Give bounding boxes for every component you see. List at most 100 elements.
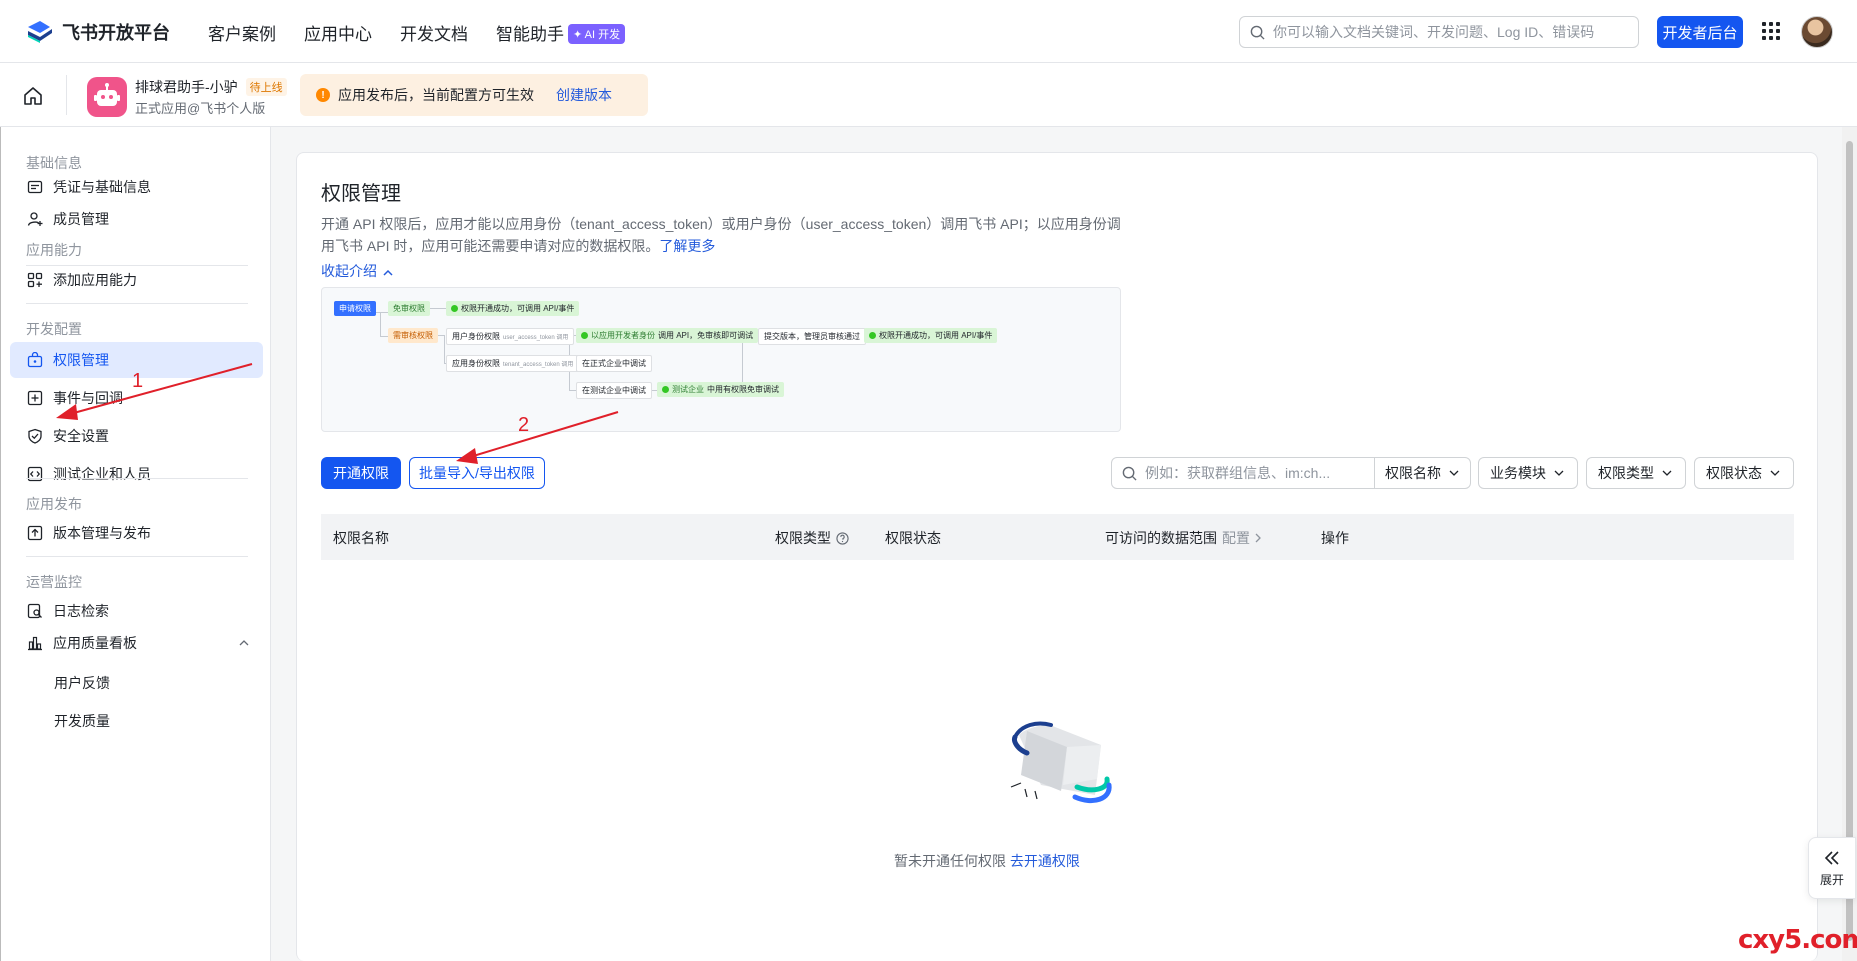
chevron-down-icon bbox=[1662, 470, 1672, 476]
chevron-down-icon bbox=[1554, 470, 1564, 476]
page-title: 权限管理 bbox=[321, 183, 401, 205]
sidebar-item-label: 安全设置 bbox=[53, 428, 109, 444]
nav-ai-assistant-label: 智能助手 bbox=[496, 25, 564, 44]
feishu-logo-icon bbox=[28, 21, 52, 43]
app-grid-icon[interactable] bbox=[1762, 22, 1780, 40]
warning-icon: ! bbox=[316, 88, 330, 102]
scope-config-link[interactable]: 配置 bbox=[1222, 528, 1250, 548]
sidebar-sub-dev-quality[interactable]: 开发质量 bbox=[54, 711, 110, 731]
flow-label: 权限开通成功，可调用 API/事件 bbox=[879, 331, 993, 340]
sidebar-item-label: 版本管理与发布 bbox=[53, 525, 151, 541]
divider bbox=[26, 303, 248, 304]
chevron-up-icon bbox=[383, 269, 393, 276]
column-header-status: 权限状态 bbox=[885, 530, 941, 546]
column-header-name: 权限名称 bbox=[333, 530, 389, 546]
description-text-1: 开通 API 权限后，应用才能以应用身份（tenant_access_token… bbox=[321, 216, 1121, 232]
app-name-text: 排球君助手-小驴 bbox=[135, 79, 238, 95]
search-scope-select[interactable]: 权限名称 bbox=[1374, 458, 1470, 488]
sidebar-item-permissions[interactable]: 权限管理 bbox=[10, 342, 263, 378]
filter-label: 权限状态 bbox=[1706, 465, 1762, 481]
column-header-type: 权限类型 bbox=[775, 528, 849, 548]
sidebar-item-test-tenants[interactable]: 测试企业和人员 bbox=[10, 456, 263, 492]
sidebar-item-label: 事件与回调 bbox=[53, 390, 123, 406]
notice-text: 应用发布后，当前配置方可生效 bbox=[338, 87, 534, 103]
sidebar-item-security[interactable]: 安全设置 bbox=[10, 418, 263, 454]
open-permission-button[interactable]: 开通权限 bbox=[321, 457, 401, 489]
flow-success-node-1: 权限开通成功，可调用 API/事件 bbox=[446, 301, 580, 316]
sidebar-sub-feedback[interactable]: 用户反馈 bbox=[54, 673, 110, 693]
top-nav-bar: 飞书开放平台 客户案例 应用中心 开发文档 智能助手 ✦ AI 开发 你可以输入文… bbox=[0, 0, 1857, 63]
add-member-icon bbox=[27, 212, 43, 226]
permission-flow-diagram: 申请权限 免审权限 权限开通成功，可调用 API/事件 需审核权限 用户身份权限… bbox=[321, 287, 1121, 432]
dev-console-button[interactable]: 开发者后台 bbox=[1657, 16, 1743, 48]
flow-success-text: 权限开通成功，可调用 API/事件 bbox=[461, 304, 575, 313]
flow-label: 以应用开发者身份 bbox=[591, 331, 655, 340]
flow-test-success-node: 测试企业 中用有权限免审调试 bbox=[657, 382, 784, 397]
divider bbox=[66, 75, 67, 115]
search-icon bbox=[1250, 25, 1265, 40]
ai-dev-badge: ✦ AI 开发 bbox=[568, 24, 626, 44]
sidebar-item-events[interactable]: 事件与回调 bbox=[10, 380, 263, 416]
main-nav: 客户案例 应用中心 开发文档 智能助手 ✦ AI 开发 bbox=[208, 20, 626, 45]
scrollbar-thumb[interactable] bbox=[1846, 141, 1853, 941]
flow-label: 中用有权限免审调试 bbox=[707, 385, 779, 394]
user-avatar[interactable] bbox=[1801, 16, 1833, 48]
flow-success-node-2: 权限开通成功，可调用 API/事件 bbox=[864, 328, 998, 343]
create-version-link[interactable]: 创建版本 bbox=[556, 85, 612, 105]
flow-app-perm-node: 应用身份权限 tenant_access_token 调用 bbox=[446, 355, 580, 372]
go-open-permission-link[interactable]: 去开通权限 bbox=[1010, 853, 1080, 869]
flow-user-perm-node: 用户身份权限 user_access_token 调用 bbox=[446, 328, 575, 345]
page-scrollbar[interactable] bbox=[1842, 127, 1857, 961]
nav-dev-docs[interactable]: 开发文档 bbox=[400, 20, 468, 45]
section-title-release: 应用发布 bbox=[26, 496, 82, 512]
sidebar-item-label: 添加应用能力 bbox=[53, 272, 137, 288]
nav-customer-cases[interactable]: 客户案例 bbox=[208, 20, 276, 45]
search-field[interactable]: 例如：获取群组信息、im:ch... bbox=[1112, 463, 1374, 483]
shield-icon bbox=[28, 428, 42, 444]
feishu-logo[interactable]: 飞书开放平台 bbox=[26, 19, 170, 45]
flow-review-node: 需审核权限 bbox=[388, 328, 438, 343]
search-placeholder: 你可以输入文档关键词、开发问题、Log ID、错误码 bbox=[1273, 24, 1595, 40]
sidebar-item-label: 日志检索 bbox=[53, 603, 109, 619]
sidebar-item-versions[interactable]: 版本管理与发布 bbox=[10, 515, 263, 551]
filter-business-module[interactable]: 业务模块 bbox=[1478, 457, 1578, 489]
sidebar-item-label: 成员管理 bbox=[53, 211, 109, 227]
permission-search-input[interactable]: 例如：获取群组信息、im:ch... 权限名称 bbox=[1111, 457, 1471, 489]
chevron-right-icon bbox=[1255, 533, 1261, 543]
flow-apply-node: 申请权限 bbox=[334, 301, 376, 316]
collapse-intro-label: 收起介绍 bbox=[321, 263, 377, 279]
chevron-up-icon[interactable] bbox=[239, 639, 249, 646]
watermark: cxy5.com bbox=[1738, 925, 1857, 955]
upload-icon bbox=[27, 525, 43, 541]
column-header-scope: 可访问的数据范围 配置 bbox=[1105, 528, 1262, 548]
expand-panel-button[interactable]: 展开 bbox=[1808, 837, 1856, 899]
section-title-ops: 运营监控 bbox=[26, 574, 82, 590]
filter-permission-status[interactable]: 权限状态 bbox=[1694, 457, 1794, 489]
sidebar-item-credentials[interactable]: 凭证与基础信息 bbox=[10, 169, 263, 205]
sidebar-item-members[interactable]: 成员管理 bbox=[10, 201, 263, 237]
log-search-icon bbox=[27, 603, 42, 619]
chevron-down-icon bbox=[1770, 470, 1780, 476]
filter-label: 业务模块 bbox=[1490, 465, 1546, 481]
nav-app-center[interactable]: 应用中心 bbox=[304, 20, 372, 45]
sidebar-item-add-capability[interactable]: 添加应用能力 bbox=[10, 262, 263, 298]
flow-label: 调用 API，免审核即可调试 bbox=[658, 331, 754, 340]
learn-more-link[interactable]: 了解更多 bbox=[659, 238, 715, 254]
global-search-input[interactable]: 你可以输入文档关键词、开发问题、Log ID、错误码 bbox=[1239, 16, 1639, 48]
nav-ai-assistant[interactable]: 智能助手 ✦ AI 开发 bbox=[496, 20, 626, 45]
add-capability-icon bbox=[27, 272, 43, 288]
flow-test-debug-node: 在测试企业中调试 bbox=[576, 382, 652, 399]
search-icon bbox=[1122, 466, 1137, 481]
app-subtitle: 正式应用@飞书个人版 bbox=[135, 101, 266, 116]
collapse-intro-toggle[interactable]: 收起介绍 bbox=[321, 261, 393, 281]
help-icon[interactable] bbox=[836, 531, 849, 545]
sidebar-item-logs[interactable]: 日志检索 bbox=[10, 593, 263, 629]
batch-import-export-button[interactable]: 批量导入/导出权限 bbox=[409, 457, 545, 489]
sidebar-item-label: 凭证与基础信息 bbox=[53, 179, 151, 195]
home-icon[interactable] bbox=[22, 85, 44, 107]
status-badge: 待上线 bbox=[245, 78, 287, 96]
filter-permission-type[interactable]: 权限类型 bbox=[1586, 457, 1686, 489]
sidebar-item-quality[interactable]: 应用质量看板 bbox=[10, 625, 263, 661]
flow-label: 应用身份权限 bbox=[452, 359, 500, 368]
flow-label: 用户身份权限 bbox=[452, 332, 500, 341]
